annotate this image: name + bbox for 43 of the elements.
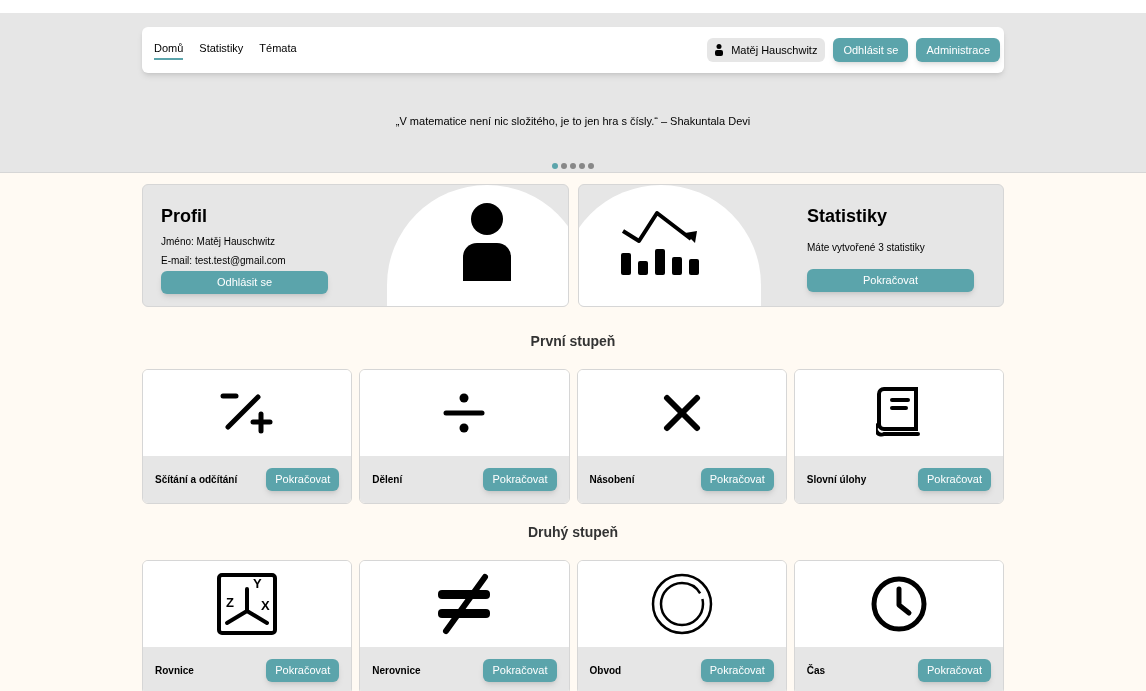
logout-button[interactable]: Odhlásit se: [161, 271, 328, 294]
nav-tab[interactable]: Témata: [259, 39, 297, 61]
nav-tab[interactable]: Domů: [154, 39, 184, 61]
divide-icon: [443, 392, 486, 434]
profile-info: E-mail: test.test@gmail.com: [161, 254, 287, 268]
person-icon: [463, 203, 511, 283]
section-heading: Druhý stupeň: [526, 523, 620, 542]
section-heading: První stupeň: [529, 332, 617, 351]
topic-label: Sčítání a odčítání: [155, 473, 238, 487]
axes-icon: Y Z X: [217, 573, 278, 635]
person-icon: [715, 44, 724, 56]
statistics-info: Máte vytvořené 3 statistiky: [807, 241, 926, 255]
topic-label: Nerovnice: [372, 664, 421, 678]
circle-icon: [650, 573, 713, 635]
nav-tab[interactable]: Statistiky: [199, 39, 244, 61]
book-icon: [875, 387, 922, 439]
continue-button[interactable]: Pokračovat: [700, 468, 774, 491]
clock-icon: [870, 576, 927, 632]
close-icon: [662, 394, 701, 432]
user-name: Matěj Hauschwitz: [731, 42, 818, 58]
continue-button[interactable]: Pokračovat: [483, 468, 557, 491]
admin-button[interactable]: Administrace: [916, 38, 1000, 62]
topic-label: Čas: [806, 663, 826, 678]
continue-button[interactable]: Pokračovat: [483, 659, 557, 682]
topic-label: Rovnice: [155, 664, 194, 678]
continue-button[interactable]: Pokračovat: [917, 468, 991, 491]
topic-label: Násobení: [589, 473, 635, 487]
quote-text: „V matematice není nic složitého, je to jen hra s čísly.“ – Shakuntala Devi: [394, 114, 752, 129]
not-equal-icon: [436, 573, 493, 635]
continue-button[interactable]: Pokračovat: [266, 468, 340, 491]
plus-minus-icon: [220, 391, 275, 435]
continue-button[interactable]: Pokračovat: [917, 659, 991, 682]
logout-button[interactable]: Odhlásit se: [833, 38, 909, 62]
topic-label: Dělení: [372, 473, 403, 487]
topic-label: Obvod: [589, 664, 622, 678]
card-title: Statistiky: [807, 205, 889, 228]
profile-info: Jméno: Matěj Hauschwitz: [161, 235, 276, 249]
continue-button[interactable]: Pokračovat: [266, 659, 340, 682]
topic-label: Slovní úlohy: [806, 473, 867, 487]
bar-chart-icon: [620, 209, 701, 277]
continue-button[interactable]: Pokračovat: [700, 659, 774, 682]
continue-button[interactable]: Pokračovat: [807, 269, 974, 292]
card-title: Profil: [161, 205, 208, 228]
